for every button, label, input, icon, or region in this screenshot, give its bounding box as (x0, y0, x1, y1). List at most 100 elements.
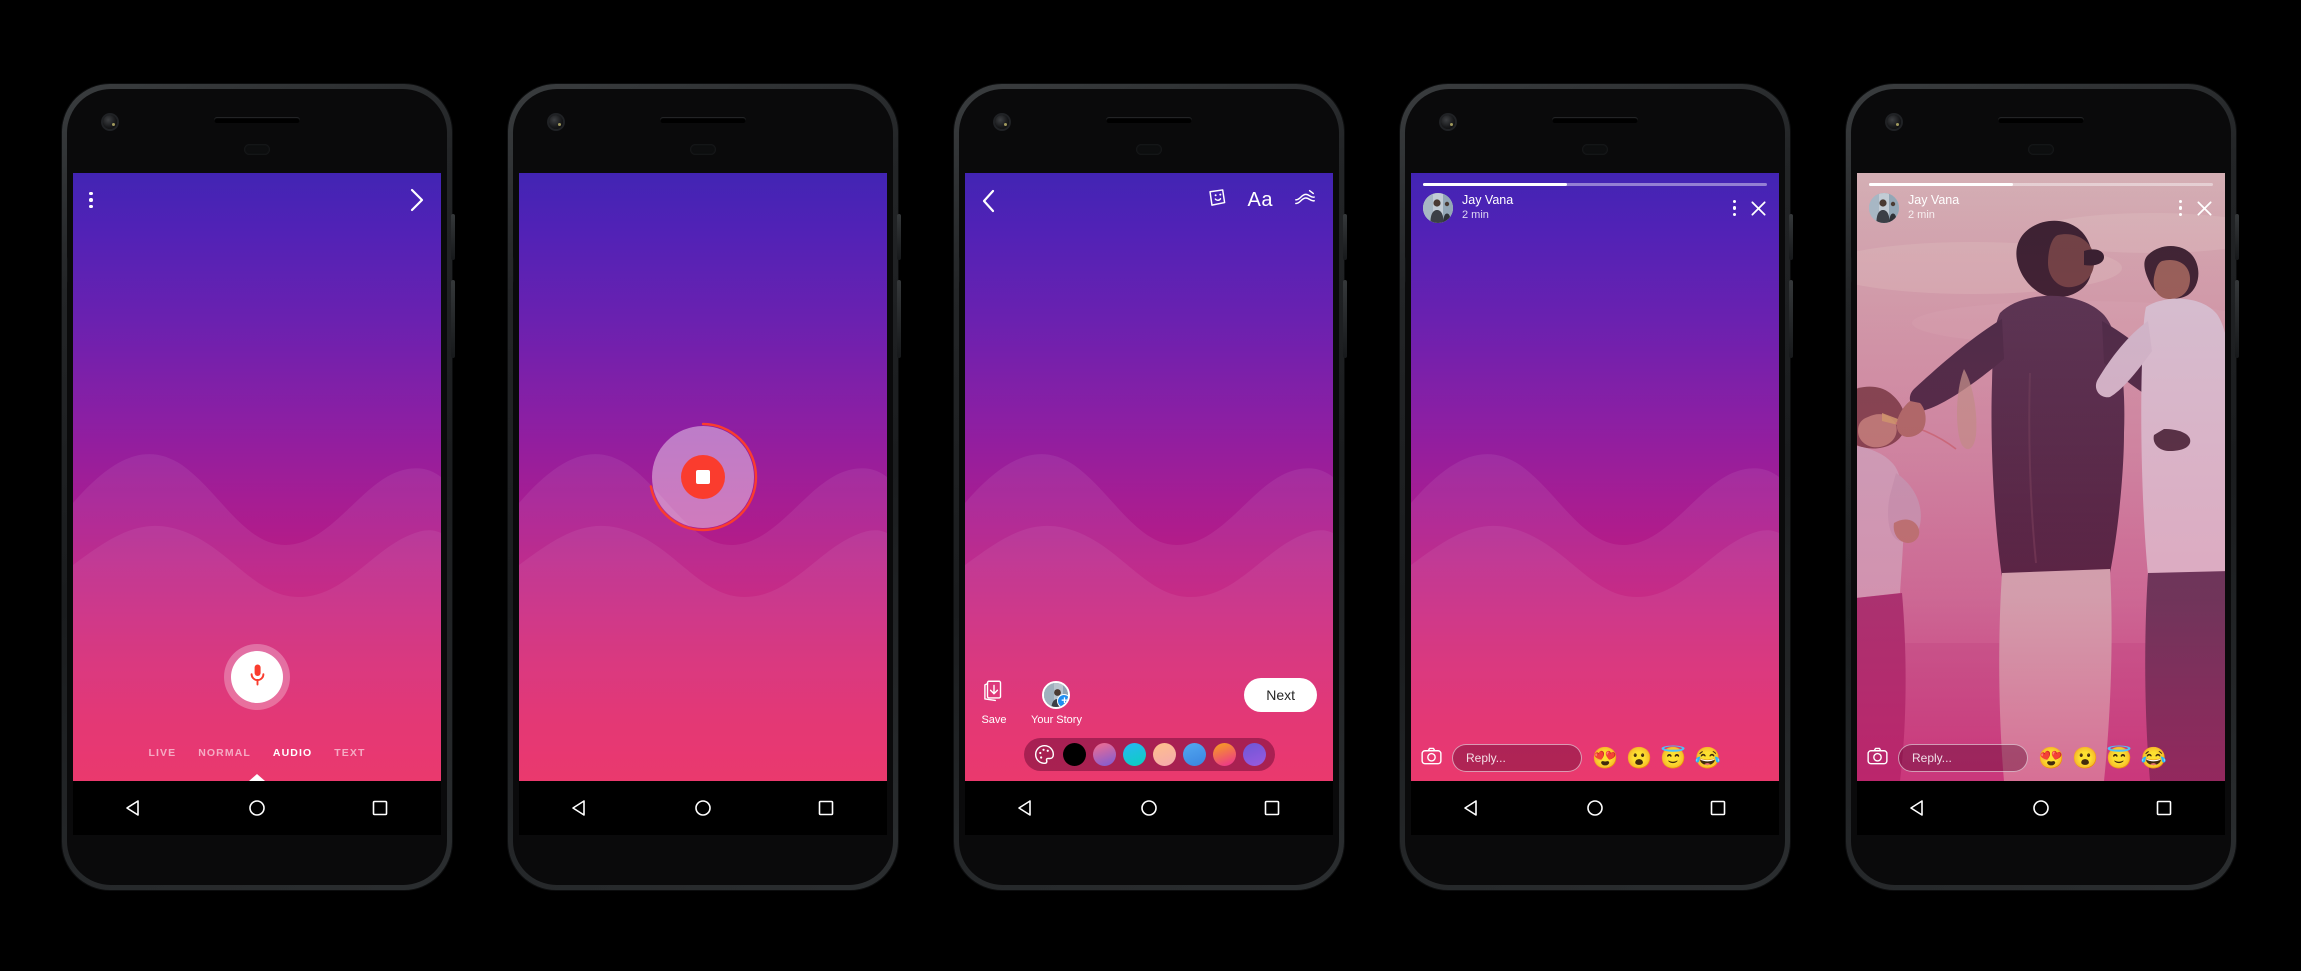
swatch-pink-purple[interactable] (1092, 743, 1116, 766)
swatch-orange-pink[interactable] (1212, 743, 1236, 766)
back-button[interactable] (124, 798, 144, 818)
phone-side-nub (67, 257, 68, 283)
text-icon[interactable]: Aa (1248, 189, 1273, 212)
close-x-icon[interactable] (1750, 200, 1767, 217)
avatar[interactable] (1869, 193, 1899, 223)
proximity-sensor (2028, 144, 2054, 155)
swatch-purple[interactable] (1242, 743, 1266, 766)
kebab-menu-icon[interactable] (1732, 199, 1736, 217)
chevron-right-icon[interactable] (409, 187, 425, 213)
home-button[interactable] (1585, 798, 1605, 818)
reaction-surprised[interactable]: 😮 (2072, 748, 2098, 769)
author-time: 2 min (1462, 208, 1489, 221)
phone-side-nub (513, 257, 514, 283)
back-button[interactable] (1016, 798, 1036, 818)
mode-active-caret (249, 774, 265, 781)
camera-icon[interactable] (1421, 747, 1442, 770)
mode-normal[interactable]: NORMAL (198, 747, 251, 759)
stop-record-button[interactable] (647, 421, 759, 533)
earpiece-speaker (660, 117, 746, 123)
swatch-peach[interactable] (1152, 743, 1176, 766)
your-story-label: Your Story (1031, 714, 1082, 726)
reaction-angel[interactable]: 😇 (2106, 748, 2132, 769)
author-time: 2 min (1908, 208, 1935, 221)
phone-2-recording (508, 84, 901, 890)
phone-side-nub (1405, 257, 1406, 283)
reaction-laughing[interactable]: 😂 (2140, 748, 2166, 769)
reply-input[interactable] (1898, 744, 2028, 772)
editor-actions: Save + Your Story Next (981, 678, 1317, 738)
save-action[interactable]: Save (981, 678, 1007, 726)
volume-button[interactable] (1789, 280, 1793, 358)
next-button[interactable]: Next (1244, 678, 1317, 712)
reaction-heart-eyes[interactable]: 😍 (2038, 748, 2064, 769)
swatch-black[interactable] (1062, 743, 1086, 766)
story-header: Jay Vana 2 min (1869, 193, 2213, 223)
proximity-sensor (1136, 144, 1162, 155)
screenshot-stage: LIVE NORMAL AUDIO TEXT Aa Save + Your St… (0, 0, 2301, 971)
reaction-surprised[interactable]: 😮 (1626, 748, 1652, 769)
recents-button[interactable] (816, 798, 836, 818)
mode-text[interactable]: TEXT (334, 747, 365, 759)
mode-audio[interactable]: AUDIO (273, 747, 312, 759)
power-button[interactable] (2235, 214, 2239, 260)
story-progress-bar[interactable] (1869, 183, 2213, 186)
volume-button[interactable] (897, 280, 901, 358)
earpiece-speaker (214, 117, 300, 123)
avatar[interactable] (1423, 193, 1453, 223)
audio-record-button[interactable] (231, 651, 283, 703)
download-icon (981, 678, 1007, 709)
recents-button[interactable] (2154, 798, 2174, 818)
kebab-menu-icon[interactable] (89, 191, 93, 209)
close-x-icon[interactable] (2196, 200, 2213, 217)
reaction-angel[interactable]: 😇 (1660, 748, 1686, 769)
back-button[interactable] (1908, 798, 1928, 818)
your-story-action[interactable]: + Your Story (1031, 681, 1082, 726)
power-button[interactable] (897, 214, 901, 260)
volume-button[interactable] (451, 280, 455, 358)
back-button[interactable] (570, 798, 590, 818)
home-button[interactable] (2031, 798, 2051, 818)
phone-2-screen (519, 173, 887, 781)
camera-icon[interactable] (1867, 747, 1888, 770)
chevron-left-icon[interactable] (981, 188, 997, 214)
color-palette-icon[interactable] (1033, 743, 1056, 766)
phone-5-screen: Jay Vana 2 min Reply... 😍 😮 😇 😂 (1857, 173, 2225, 781)
phone-3-editor: Aa Save + Your Story Next (954, 84, 1347, 890)
android-nav-bar (1857, 781, 2225, 835)
phone-3-top-bar: Aa (965, 173, 1333, 228)
home-button[interactable] (693, 798, 713, 818)
volume-button[interactable] (2235, 280, 2239, 358)
sticker-icon[interactable] (1206, 187, 1228, 214)
front-camera-icon (1887, 115, 1901, 129)
volume-button[interactable] (1343, 280, 1347, 358)
back-button[interactable] (1462, 798, 1482, 818)
recents-button[interactable] (1262, 798, 1282, 818)
home-button[interactable] (247, 798, 267, 818)
power-button[interactable] (1343, 214, 1347, 260)
phone-1-top-bar (73, 173, 441, 227)
draw-icon[interactable] (1293, 187, 1317, 214)
story-progress-fill (1869, 183, 2014, 186)
swatch-cyan-teal[interactable] (1122, 743, 1146, 766)
editor-tools: Aa (1206, 187, 1317, 214)
power-button[interactable] (1789, 214, 1793, 260)
reply-input[interactable] (1452, 744, 1582, 772)
earpiece-speaker (1998, 117, 2084, 123)
recents-button[interactable] (370, 798, 390, 818)
reaction-emojis: 😍 😮 😇 😂 (2038, 748, 2167, 769)
reaction-heart-eyes[interactable]: 😍 (1592, 748, 1618, 769)
mode-live[interactable]: LIVE (148, 747, 176, 759)
author-name: Jay Vana (1908, 193, 1960, 208)
earpiece-speaker (1106, 117, 1192, 123)
earpiece-speaker (1552, 117, 1638, 123)
swatch-blue[interactable] (1182, 743, 1206, 766)
front-camera-icon (995, 115, 1009, 129)
power-button[interactable] (451, 214, 455, 260)
reaction-laughing[interactable]: 😂 (1694, 748, 1720, 769)
story-progress-bar[interactable] (1423, 183, 1767, 186)
kebab-menu-icon[interactable] (2178, 199, 2182, 217)
proximity-sensor (244, 144, 270, 155)
home-button[interactable] (1139, 798, 1159, 818)
recents-button[interactable] (1708, 798, 1728, 818)
